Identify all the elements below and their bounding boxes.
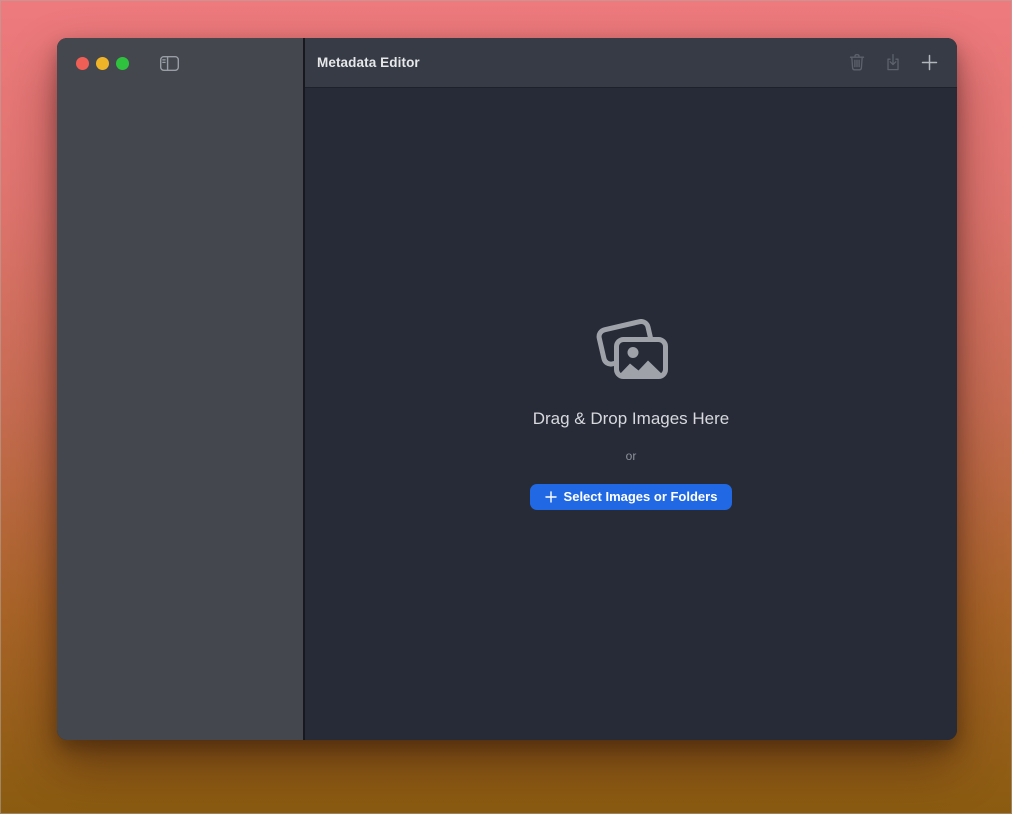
delete-button[interactable] (843, 49, 871, 77)
photos-stack-icon (592, 319, 670, 381)
traffic-lights (76, 57, 129, 70)
export-button[interactable] (879, 49, 907, 77)
main-pane: Metadata Editor (305, 38, 957, 740)
toolbar (843, 49, 943, 77)
sidebar-toggle-icon (160, 56, 179, 71)
plus-icon (545, 491, 557, 503)
export-download-icon (884, 53, 902, 72)
minimize-button[interactable] (96, 57, 109, 70)
sidebar-titlebar (57, 38, 303, 88)
drop-zone-heading: Drag & Drop Images Here (533, 409, 730, 429)
window-title: Metadata Editor (317, 55, 420, 70)
plus-icon (921, 54, 938, 71)
titlebar: Metadata Editor (305, 38, 957, 88)
select-images-button[interactable]: Select Images or Folders (530, 484, 733, 510)
sidebar-toggle-button[interactable] (156, 51, 182, 75)
zoom-button[interactable] (116, 57, 129, 70)
trash-icon (848, 53, 866, 72)
close-button[interactable] (76, 57, 89, 70)
or-separator-text: or (626, 449, 637, 463)
app-window: Metadata Editor (57, 38, 957, 740)
sidebar (57, 38, 305, 740)
select-images-button-label: Select Images or Folders (564, 489, 718, 504)
add-button[interactable] (915, 49, 943, 77)
desktop-background: { "window": { "title": "Metadata Editor"… (0, 0, 1012, 814)
drop-zone[interactable]: Drag & Drop Images Here or Select Images… (305, 88, 957, 740)
